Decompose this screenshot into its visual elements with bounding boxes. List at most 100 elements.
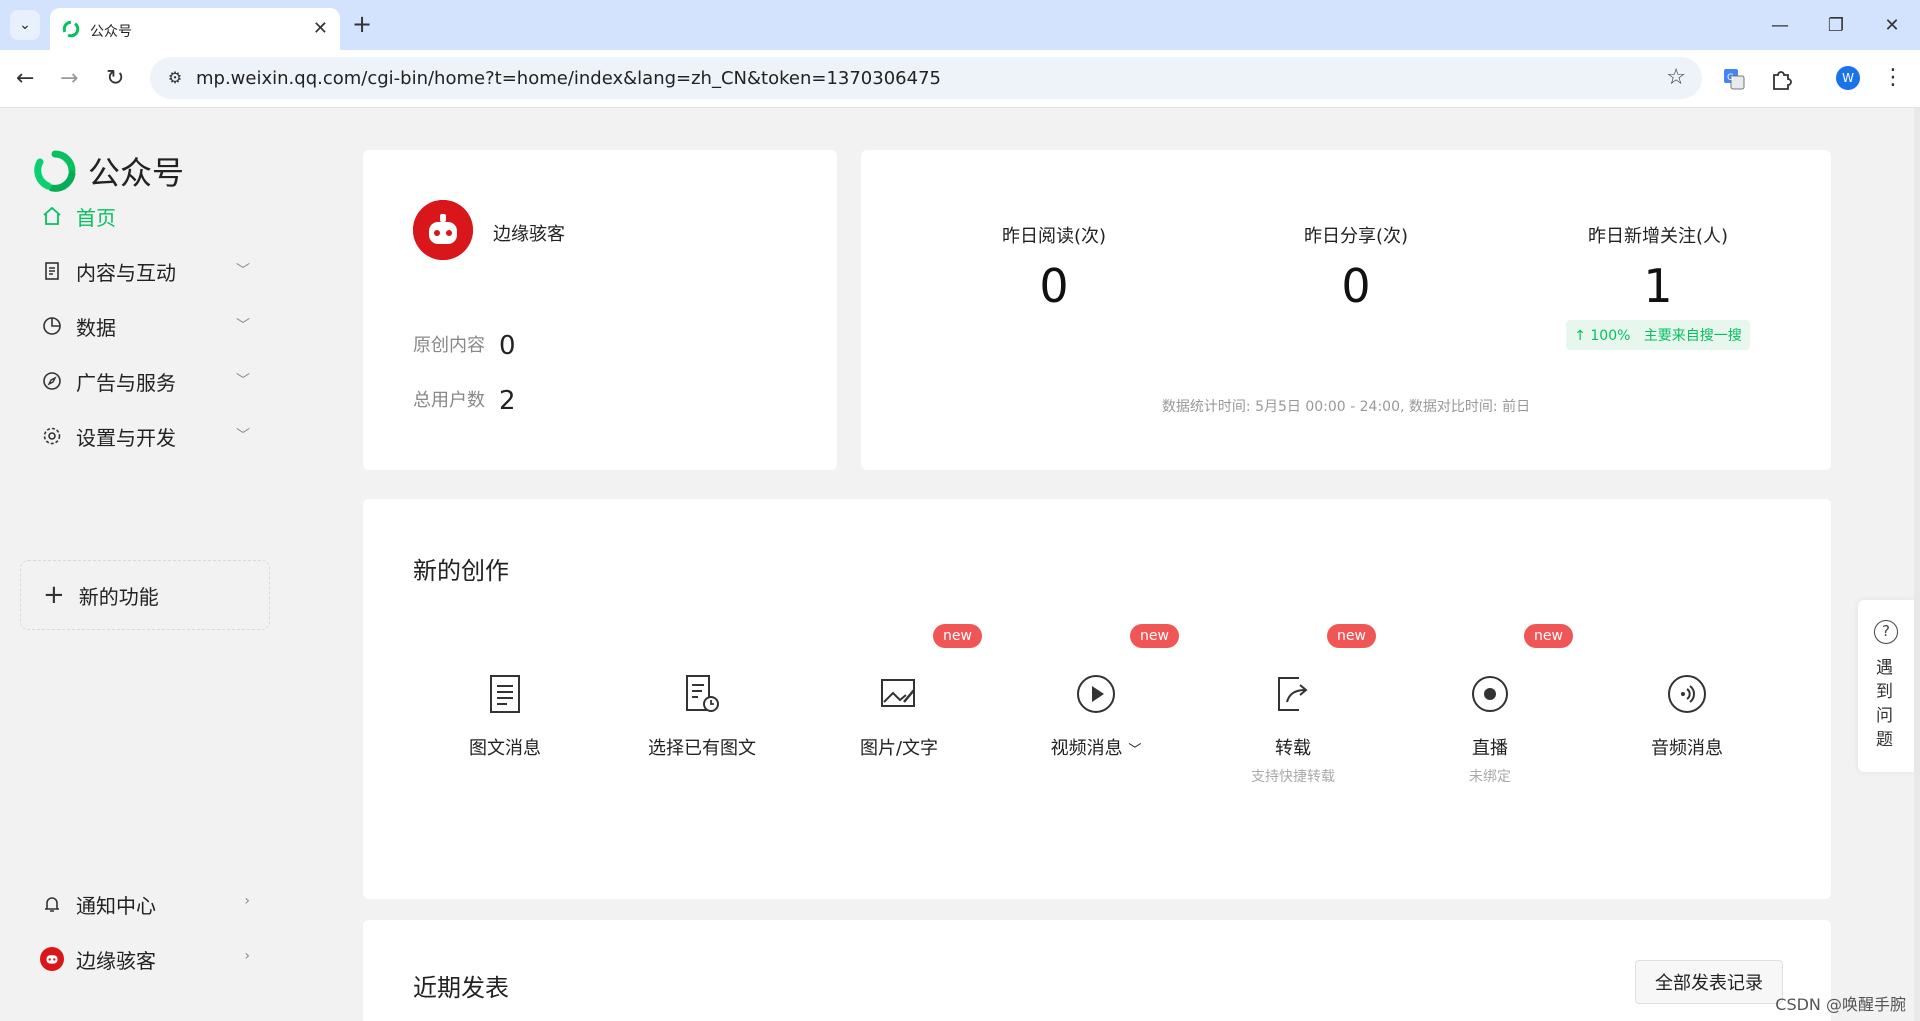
all-records-button[interactable]: 全部发表记录 (1635, 960, 1783, 1004)
site-info-icon[interactable]: ⚙ (164, 67, 186, 89)
chevron-right-icon: › (244, 948, 250, 964)
new-badge: new (1524, 624, 1573, 648)
article-icon (485, 674, 525, 714)
brand-title: 公众号 (88, 154, 185, 192)
reads-stat[interactable]: 昨日阅读(次) 0 (944, 222, 1164, 314)
url-text[interactable]: mp.weixin.qq.com/cgi-bin/home?t=home/ind… (196, 68, 941, 89)
recent-posts-card: 近期发表 全部发表记录 (363, 920, 1831, 1021)
create-item-label: 音频消息 (1651, 738, 1723, 759)
minimize-button[interactable]: — (1752, 0, 1808, 50)
sidebar-item-home[interactable]: 首页 (40, 201, 260, 231)
reload-button[interactable]: ↻ (106, 66, 124, 92)
browser-tab-strip: ⌄ 公众号 ✕ + — ❐ ✕ (0, 0, 1920, 50)
address-bar[interactable]: ⚙ mp.weixin.qq.com/cgi-bin/home?t=home/i… (150, 57, 1702, 99)
back-button[interactable]: ← (16, 66, 34, 92)
chevron-down-icon[interactable]: ﹀ (1128, 743, 1141, 758)
question-icon: ? (1874, 620, 1898, 644)
reads-value: 0 (1039, 259, 1069, 313)
tab-title: 公众号 (90, 24, 132, 40)
extensions-puzzle-icon[interactable] (1766, 64, 1796, 94)
restore-button[interactable]: ❐ (1808, 0, 1864, 50)
total-users-stat: 总用户数 2 (413, 383, 516, 416)
original-content-label: 原创内容 (413, 335, 485, 356)
account-card: 边缘骇客 原创内容 0 总用户数 2 (363, 150, 837, 470)
sidebar-item-data[interactable]: 数据 ﹀ (40, 311, 260, 341)
close-window-button[interactable]: ✕ (1864, 0, 1920, 50)
tab-list-button[interactable]: ⌄ (10, 10, 40, 40)
create-item-sublabel: 支持快捷转载 (1251, 769, 1335, 785)
chevron-down-icon: ﹀ (236, 373, 250, 389)
sidebar-item-label: 边缘骇客 (76, 948, 156, 973)
compass-icon (40, 369, 64, 393)
sidebar-item-content[interactable]: 内容与互动 ﹀ (40, 256, 260, 286)
browser-menu-icon[interactable]: ⋮ (1882, 64, 1904, 92)
new-feature-button[interactable]: + 新的功能 (20, 560, 270, 630)
account-name: 边缘骇客 (493, 224, 565, 245)
create-item-label: 图文消息 (469, 738, 541, 759)
help-floating-button[interactable]: ? 遇到问题 (1858, 600, 1914, 772)
gear-icon (40, 424, 64, 448)
sidebar-item-label: 内容与互动 (76, 260, 176, 285)
translate-extension-icon[interactable]: G (1719, 64, 1749, 94)
play-icon (1076, 674, 1116, 714)
new-tab-button[interactable]: + (352, 9, 372, 39)
sidebar-item-account[interactable]: 边缘骇客 › (40, 944, 260, 974)
original-content-stat: 原创内容 0 (413, 328, 516, 361)
create-item-label: 视频消息 ﹀ (1050, 738, 1142, 759)
create-item-label: 转载 (1275, 738, 1311, 759)
wechat-mp-favicon-icon (62, 20, 80, 38)
new-badge: new (933, 624, 982, 648)
growth-badge: ↑ 100% 主要来自搜一搜 (1566, 320, 1750, 350)
help-text: 遇到问题 (1876, 658, 1893, 750)
create-video[interactable]: 视频消息 ﹀ (1006, 674, 1186, 760)
follows-value: 1 (1643, 259, 1673, 313)
document-icon (40, 259, 64, 283)
chevron-down-icon: ﹀ (236, 428, 250, 444)
sidebar-item-notifications[interactable]: 通知中心 › (40, 889, 260, 919)
browser-toolbar: ← → ↻ ⚙ mp.weixin.qq.com/cgi-bin/home?t=… (0, 50, 1920, 108)
new-badge: new (1130, 624, 1179, 648)
avatar-icon (40, 947, 64, 971)
image-text-icon (879, 674, 919, 714)
create-article[interactable]: 图文消息 (415, 674, 595, 760)
home-icon (40, 204, 64, 228)
forward-button[interactable]: → (60, 66, 78, 92)
page-scrollbar[interactable] (1914, 108, 1920, 1021)
new-feature-label: 新的功能 (78, 584, 159, 609)
create-audio[interactable]: 音频消息 (1597, 674, 1777, 760)
stats-footnote: 数据统计时间: 5月5日 00:00 - 24:00, 数据对比时间: 前日 (1161, 399, 1531, 415)
create-item-label: 选择已有图文 (648, 738, 756, 759)
chevron-down-icon: ﹀ (236, 318, 250, 334)
audio-icon (1667, 674, 1707, 714)
create-repost[interactable]: 转载 支持快捷转载 (1203, 674, 1383, 786)
create-item-label: 图片/文字 (859, 738, 939, 759)
growth-percent: ↑ 100% (1574, 328, 1631, 344)
create-live[interactable]: 直播 未绑定 (1400, 674, 1580, 786)
shares-label: 昨日分享(次) (1303, 226, 1409, 247)
shares-stat[interactable]: 昨日分享(次) 0 (1246, 222, 1466, 314)
account-avatar[interactable] (413, 200, 473, 260)
tab-close-icon[interactable]: ✕ (313, 18, 328, 39)
create-image-text[interactable]: 图片/文字 (809, 674, 989, 760)
page-content: 公众号 首页 内容与互动 ﹀ 数据 ﹀ 广告与服务 ﹀ 设置与开发 ﹀ + 新的… (0, 108, 1920, 1021)
sidebar-item-settings[interactable]: 设置与开发 ﹀ (40, 421, 260, 451)
bookmark-star-icon[interactable]: ☆ (1666, 65, 1686, 90)
article-history-icon (682, 674, 722, 714)
browser-tab[interactable]: 公众号 ✕ (50, 8, 340, 50)
stats-card: 昨日阅读(次) 0 昨日分享(次) 0 昨日新增关注(人) 1 ↑ 100% 主… (861, 150, 1831, 470)
profile-avatar[interactable]: W (1836, 66, 1860, 90)
sidebar-item-label: 设置与开发 (76, 425, 176, 450)
shares-value: 0 (1341, 259, 1371, 313)
follows-stat[interactable]: 昨日新增关注(人) 1 ↑ 100% 主要来自搜一搜 (1548, 222, 1768, 350)
create-item-sublabel: 未绑定 (1469, 769, 1511, 785)
create-item-label: 直播 (1472, 738, 1508, 759)
watermark: CSDN @唤醒手腕 (1775, 995, 1906, 1014)
brand-logo[interactable]: 公众号 (34, 148, 184, 194)
share-icon (1273, 674, 1313, 714)
reads-label: 昨日阅读(次) (1001, 226, 1107, 247)
sidebar-item-ads[interactable]: 广告与服务 ﹀ (40, 366, 260, 396)
window-controls: — ❐ ✕ (1752, 0, 1920, 50)
original-content-value: 0 (499, 331, 516, 361)
plus-icon: + (43, 580, 65, 610)
create-select-article[interactable]: 选择已有图文 (612, 674, 792, 760)
